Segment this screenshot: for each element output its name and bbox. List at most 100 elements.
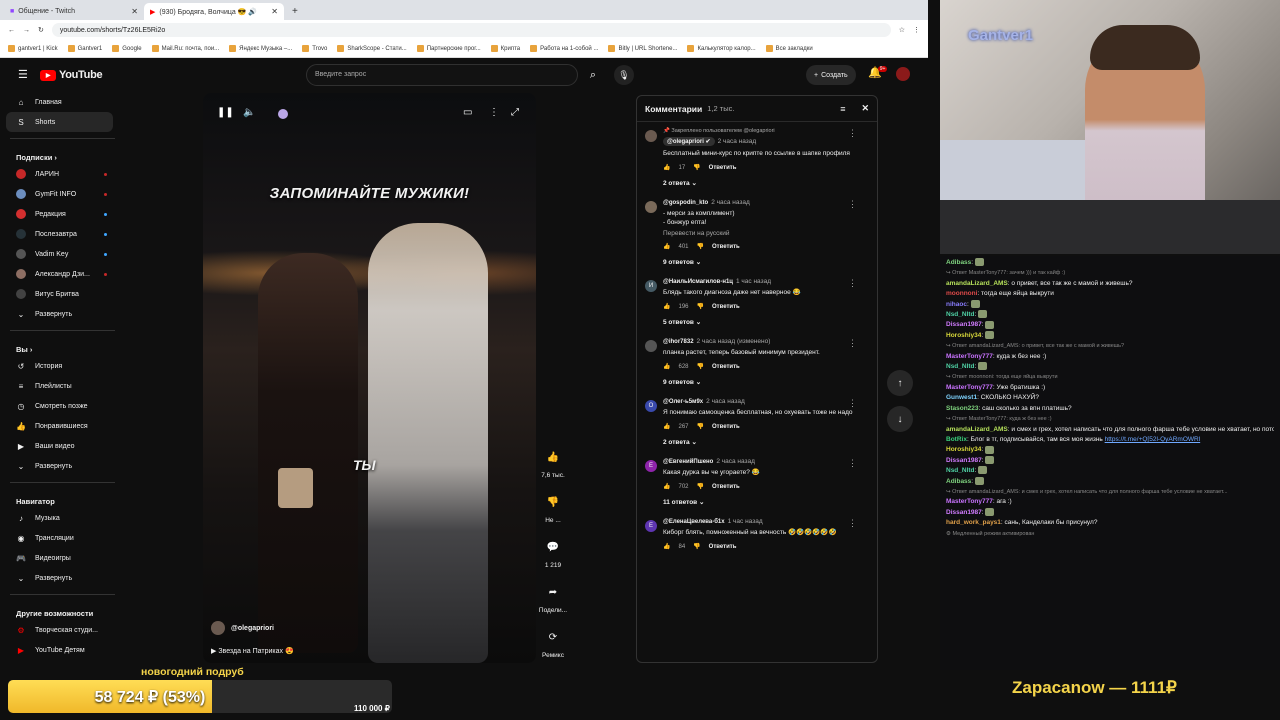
- commenter-avatar[interactable]: [645, 340, 657, 352]
- sidebar-item[interactable]: ⚙ Творческая студи...: [0, 620, 125, 640]
- you-heading[interactable]: Вы ›: [0, 337, 125, 356]
- chat-username[interactable]: BotRix: [946, 436, 967, 443]
- bookmark-item[interactable]: SharkScope - Стати...: [337, 45, 407, 52]
- translate-link[interactable]: Перевести на русский: [663, 230, 869, 237]
- bookmark-item[interactable]: Яндекс Музыка –...: [229, 45, 292, 52]
- commenter-avatar[interactable]: [645, 130, 657, 142]
- search-input[interactable]: Введите запрос: [306, 64, 578, 86]
- subscription-item[interactable]: Витус Бритва: [0, 284, 125, 304]
- chat-link[interactable]: https://t.me/+Q[52l-QyARmOWRl: [1105, 436, 1201, 443]
- reply-button[interactable]: Ответить: [712, 424, 740, 430]
- commenter-avatar[interactable]: Е: [645, 520, 657, 532]
- chat-username[interactable]: Gunwest1: [946, 394, 977, 401]
- sidebar-item[interactable]: 👍 Понравившиеся: [0, 416, 125, 436]
- commenter-avatar[interactable]: О: [645, 400, 657, 412]
- url-field[interactable]: youtube.com/shorts/Tz26LE5Ri2o: [51, 23, 891, 37]
- chat-username[interactable]: nihaoc: [946, 301, 967, 308]
- youtube-logo[interactable]: ▶ YouTube: [40, 69, 103, 81]
- reply-button[interactable]: Ответить: [712, 304, 740, 310]
- avatar[interactable]: [896, 67, 910, 81]
- sort-icon[interactable]: ≡: [840, 104, 845, 114]
- hamburger-icon[interactable]: ☰: [18, 68, 28, 81]
- action-comment[interactable]: 💬 1 219: [538, 536, 568, 570]
- more-icon[interactable]: ⋮: [848, 398, 857, 409]
- sidebar-item[interactable]: ↺ История: [0, 356, 125, 376]
- bookmark-item[interactable]: Работа на 1-собой ...: [530, 45, 598, 52]
- reply-button[interactable]: Ответить: [712, 244, 740, 250]
- bookmark-item[interactable]: Калькулятор калор...: [687, 45, 756, 52]
- thumb-up-icon[interactable]: 👍: [663, 164, 670, 171]
- chat-username[interactable]: Horoshiy34: [946, 446, 981, 453]
- thumb-down-icon[interactable]: 👎: [697, 243, 704, 250]
- chat-username[interactable]: MasterTony777: [946, 498, 993, 505]
- close-icon[interactable]: ✕: [271, 7, 278, 16]
- thumb-down-icon[interactable]: 👎: [693, 543, 700, 550]
- replies-toggle[interactable]: 2 ответа ⌄: [663, 179, 869, 187]
- sidebar-item[interactable]: ▶ YouTube Детям: [0, 640, 125, 660]
- more-icon[interactable]: ⋮: [848, 278, 857, 289]
- bookmark-item[interactable]: gantver1 | Kick: [8, 45, 58, 52]
- comment-user[interactable]: @olegapriori ✔: [663, 137, 715, 146]
- sidebar-item[interactable]: ◉ Трансляции: [0, 528, 125, 548]
- bookmark-item[interactable]: Партнерские прог...: [416, 45, 481, 52]
- thumb-down-icon[interactable]: 👎: [697, 303, 704, 310]
- reply-button[interactable]: Ответить: [709, 544, 737, 550]
- tab-youtube[interactable]: ▶ (930) Бродяга, Волчица 😎 🔊 ✕: [144, 3, 284, 20]
- reply-button[interactable]: Ответить: [712, 364, 740, 370]
- chat-username[interactable]: hard_work_pays1: [946, 519, 1001, 526]
- more-icon[interactable]: ⋮: [848, 338, 857, 349]
- action-remix[interactable]: ⟳ Ремикс: [538, 626, 568, 660]
- comment-user[interactable]: @НаильИсмагилов-н1ц: [663, 279, 733, 285]
- chat-username[interactable]: Nsd_Nltd: [946, 467, 975, 474]
- more-icon[interactable]: ⋮: [489, 107, 499, 118]
- arrow-down-icon[interactable]: ↓: [887, 406, 913, 432]
- captions-icon[interactable]: ▭: [463, 107, 472, 118]
- reload-icon[interactable]: ↻: [38, 26, 44, 34]
- close-icon[interactable]: ✕: [131, 7, 138, 16]
- close-icon[interactable]: ✕: [861, 103, 869, 114]
- bookmark-item[interactable]: Все закладки: [765, 45, 813, 52]
- chat-username[interactable]: Horoshiy34: [946, 332, 981, 339]
- chat-username[interactable]: Dissan1987: [946, 509, 982, 516]
- comment-user[interactable]: @ihor7832: [663, 339, 694, 345]
- chat-username[interactable]: Adibass: [946, 259, 971, 266]
- thumb-down-icon[interactable]: 👎: [697, 483, 704, 490]
- more-icon[interactable]: ⋮: [848, 518, 857, 529]
- sidebar-item[interactable]: ⌄ Развернуть: [0, 456, 125, 476]
- replies-toggle[interactable]: 9 ответов ⌄: [663, 378, 869, 386]
- replies-toggle[interactable]: 9 ответов ⌄: [663, 258, 869, 266]
- subscription-item[interactable]: Редакция: [0, 204, 125, 224]
- video-title[interactable]: ▶ Звезда на Патриках 😍: [211, 647, 294, 655]
- tab-twitch[interactable]: ■ Общение - Twitch ✕: [4, 3, 144, 20]
- bookmark-item[interactable]: Крипта: [490, 45, 520, 52]
- thumb-down-icon[interactable]: 👎: [697, 423, 704, 430]
- action-share[interactable]: ➦ Подели...: [538, 581, 568, 615]
- star-icon[interactable]: ☆: [899, 26, 905, 34]
- comment-user[interactable]: @Олег-ь5м9х: [663, 399, 703, 405]
- chat-username[interactable]: moonnoni: [946, 290, 977, 297]
- thumb-up-icon[interactable]: 👍: [663, 423, 670, 430]
- thumb-down-icon[interactable]: 👎: [693, 164, 700, 171]
- forward-icon[interactable]: →: [23, 27, 30, 34]
- chat-username[interactable]: Dissan1987: [946, 457, 982, 464]
- new-tab-icon[interactable]: +: [292, 6, 298, 17]
- more-icon[interactable]: ⋮: [848, 128, 857, 139]
- fullscreen-icon[interactable]: ⤢: [511, 107, 519, 118]
- mic-icon[interactable]: 🎙: [614, 65, 634, 85]
- short-video[interactable]: ЗАПОМИНАЙТЕ МУЖИКИ! ТЫ ❚❚ 🔈 ▭ ⋮ ⤢ @olega…: [203, 93, 536, 663]
- expand-subscriptions[interactable]: ⌄ Развернуть: [0, 304, 125, 324]
- comment-user[interactable]: @ЕленаЦвелева-б1х: [663, 519, 725, 525]
- thumb-up-icon[interactable]: 👍: [663, 303, 670, 310]
- commenter-avatar[interactable]: Е: [645, 460, 657, 472]
- chat-username[interactable]: amandaLizard_AMS: [946, 426, 1008, 433]
- subscription-item[interactable]: ЛАРИН: [0, 164, 125, 184]
- arrow-up-icon[interactable]: ↑: [887, 370, 913, 396]
- bookmark-item[interactable]: Bitly | URL Shortene...: [608, 45, 677, 52]
- replies-toggle[interactable]: 11 ответов ⌄: [663, 498, 869, 506]
- comment-user[interactable]: @gospodin_kto: [663, 200, 708, 206]
- volume-icon[interactable]: 🔈: [243, 107, 255, 118]
- bookmark-item[interactable]: Gantver1: [67, 45, 102, 52]
- sidebar-item[interactable]: S Shorts: [6, 112, 113, 132]
- sidebar-item[interactable]: ≡ Плейлисты: [0, 376, 125, 396]
- chat-username[interactable]: Stason223: [946, 405, 979, 412]
